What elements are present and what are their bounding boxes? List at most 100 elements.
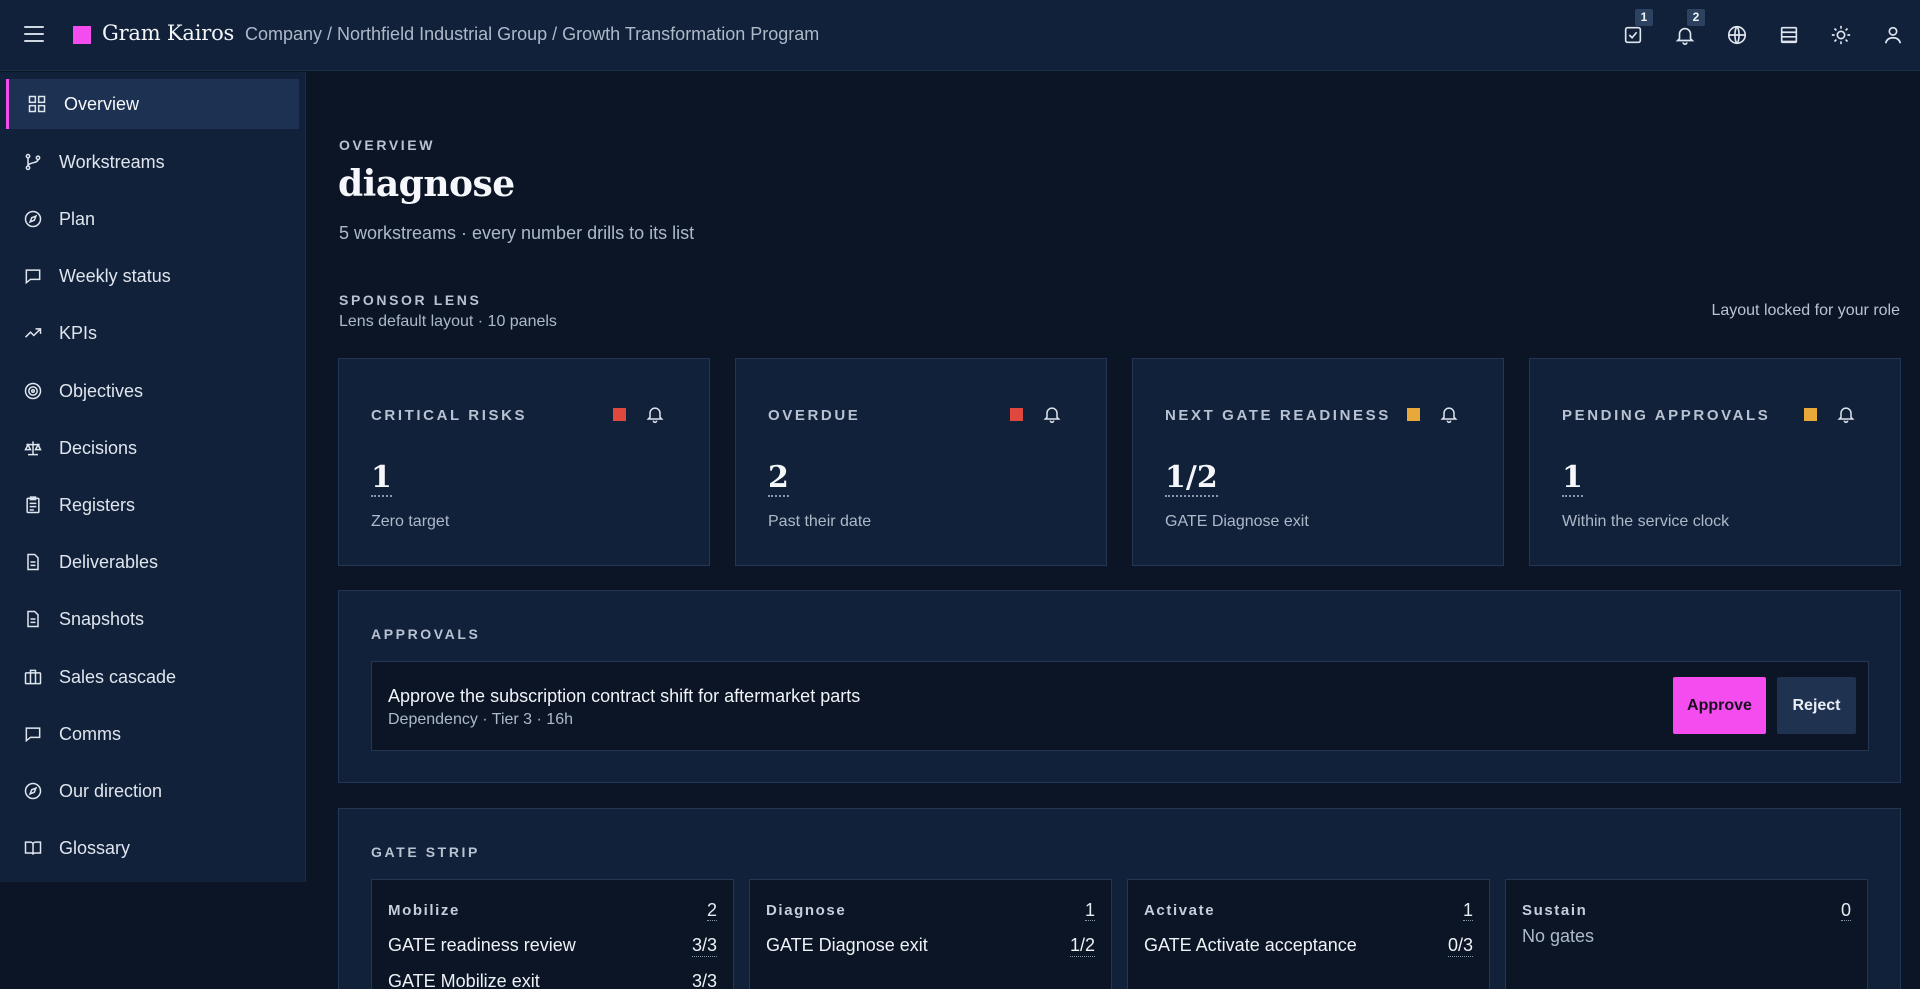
sidebar-item-glossary[interactable]: Glossary: [6, 823, 299, 873]
sidebar-item-weekly-status[interactable]: Weekly status: [6, 251, 299, 301]
kpi-card-critical-risks[interactable]: CRITICAL RISKS 1 Zero target: [338, 358, 710, 566]
menu-icon[interactable]: [24, 26, 44, 44]
sidebar-item-label: Comms: [59, 723, 121, 744]
approval-meta: Dependency · Tier 3 · 16h: [388, 711, 573, 728]
sidebar-item-objectives[interactable]: Objectives: [6, 366, 299, 416]
kpi-card-overdue[interactable]: OVERDUE 2 Past their date: [735, 358, 1107, 566]
card-value[interactable]: 1: [371, 461, 392, 497]
card-caption: GATE Diagnose exit: [1165, 513, 1309, 530]
gate-count[interactable]: 1: [1462, 900, 1473, 921]
brand-logo-icon: [73, 26, 91, 44]
gate-row[interactable]: GATE Diagnose exit 1/2: [766, 935, 1095, 959]
sidebar-item-registers[interactable]: Registers: [6, 480, 299, 530]
gate-count[interactable]: 0: [1840, 900, 1851, 921]
top-bar: Gram Kairos Company / Northfield Industr…: [0, 0, 1920, 71]
sidebar-item-label: Snapshots: [59, 608, 145, 629]
bell-icon[interactable]: 2: [1674, 9, 1705, 46]
bell-icon[interactable]: [1042, 404, 1062, 424]
user-icon[interactable]: [1882, 24, 1904, 46]
gate-score[interactable]: 0/3: [1447, 935, 1473, 957]
sidebar: Overview Workstreams Plan Weekly status …: [0, 72, 306, 882]
tasks-badge: 1: [1635, 9, 1653, 26]
kpi-card-pending-approvals[interactable]: PENDING APPROVALS 1 Within the service c…: [1529, 358, 1901, 566]
grid-icon: [27, 94, 47, 114]
card-value[interactable]: 2: [768, 461, 789, 497]
gate-column-activate: Activate 1 GATE Activate acceptance 0/3: [1127, 879, 1490, 989]
sidebar-item-label: Weekly status: [59, 265, 171, 286]
target-icon: [23, 381, 43, 401]
gate-strip-panel: GATE STRIP Mobilize 2 GATE readiness rev…: [338, 808, 1901, 989]
sidebar-item-label: Glossary: [59, 837, 131, 858]
compass-icon: [23, 781, 43, 801]
compass-icon: [23, 209, 43, 229]
sidebar-item-label: Our direction: [59, 780, 163, 801]
brand-name[interactable]: Gram Kairos: [102, 21, 234, 45]
approve-button[interactable]: Approve: [1673, 677, 1766, 734]
gate-phase-name: Mobilize: [388, 902, 460, 919]
bell-icon[interactable]: [1439, 404, 1459, 424]
reject-button[interactable]: Reject: [1777, 677, 1856, 734]
chat-icon: [23, 266, 43, 286]
gate-score[interactable]: 1/2: [1069, 935, 1095, 957]
breadcrumb[interactable]: Company / Northfield Industrial Group / …: [245, 24, 819, 45]
sidebar-item-label: Deliverables: [59, 551, 159, 572]
sidebar-item-our-direction[interactable]: Our direction: [6, 766, 299, 816]
panel-title: APPROVALS: [371, 626, 481, 642]
card-title: PENDING APPROVALS: [1562, 407, 1771, 424]
lens-eyebrow: SPONSOR LENS: [339, 292, 482, 308]
kpi-card-next-gate-readiness[interactable]: NEXT GATE READINESS 1/2 GATE Diagnose ex…: [1132, 358, 1504, 566]
sidebar-item-label: Workstreams: [59, 151, 165, 172]
gate-row[interactable]: GATE readiness review 3/3: [388, 935, 717, 959]
page-eyebrow: OVERVIEW: [339, 137, 436, 153]
layout-lock-note: Layout locked for your role: [1711, 302, 1900, 319]
clipboard-icon: [23, 495, 43, 515]
gate-row[interactable]: GATE Activate acceptance 0/3: [1144, 935, 1473, 959]
approval-item[interactable]: Approve the subscription contract shift …: [371, 661, 1869, 751]
gate-label: GATE Activate acceptance: [1144, 935, 1357, 955]
sidebar-item-label: Objectives: [59, 380, 144, 401]
sidebar-item-sales-cascade[interactable]: Sales cascade: [6, 652, 299, 702]
gate-column-sustain: Sustain 0 No gates: [1505, 879, 1868, 989]
panel-title: GATE STRIP: [371, 844, 480, 860]
sidebar-item-label: Plan: [59, 208, 96, 229]
bell-icon[interactable]: [645, 404, 665, 424]
approval-title[interactable]: Approve the subscription contract shift …: [388, 686, 860, 707]
branch-icon: [23, 152, 43, 172]
sun-icon[interactable]: [1830, 24, 1852, 46]
gate-label: GATE Mobilize exit: [388, 971, 540, 989]
page-title: diagnose: [338, 163, 515, 205]
sidebar-item-overview[interactable]: Overview: [6, 79, 299, 129]
gate-column-mobilize: Mobilize 2 GATE readiness review 3/3 GAT…: [371, 879, 734, 989]
status-dot: [1407, 408, 1420, 421]
book-icon: [23, 838, 43, 858]
status-dot: [1804, 408, 1817, 421]
table-icon[interactable]: [1778, 24, 1800, 46]
globe-icon[interactable]: [1726, 24, 1748, 46]
sidebar-item-comms[interactable]: Comms: [6, 709, 299, 759]
gate-score[interactable]: 3/3: [692, 971, 717, 989]
gate-row[interactable]: GATE Mobilize exit 3/3: [388, 971, 717, 989]
sidebar-item-label: Decisions: [59, 437, 138, 458]
document-icon: [23, 552, 43, 572]
bell-icon[interactable]: [1836, 404, 1856, 424]
tasks-icon[interactable]: 1: [1622, 9, 1653, 46]
sidebar-item-deliverables[interactable]: Deliverables: [6, 537, 299, 587]
gate-score[interactable]: 3/3: [691, 935, 717, 957]
sidebar-item-plan[interactable]: Plan: [6, 194, 299, 244]
card-value[interactable]: 1/2: [1165, 461, 1218, 497]
gate-phase-name: Sustain: [1522, 902, 1588, 919]
notifications-badge: 2: [1687, 9, 1705, 26]
sidebar-item-kpis[interactable]: KPIs: [6, 308, 299, 358]
sidebar-item-workstreams[interactable]: Workstreams: [6, 137, 299, 187]
card-title: CRITICAL RISKS: [371, 407, 528, 424]
gate-empty-state: No gates: [1522, 926, 1595, 946]
card-value[interactable]: 1: [1562, 461, 1583, 497]
sidebar-item-decisions[interactable]: Decisions: [6, 423, 299, 473]
sidebar-item-snapshots[interactable]: Snapshots: [6, 594, 299, 644]
gate-count[interactable]: 2: [706, 900, 717, 921]
card-caption: Within the service clock: [1562, 513, 1730, 530]
scale-icon: [23, 438, 43, 458]
gate-column-diagnose: Diagnose 1 GATE Diagnose exit 1/2: [749, 879, 1112, 989]
gate-count[interactable]: 1: [1084, 900, 1095, 921]
briefcase-icon: [23, 667, 43, 687]
